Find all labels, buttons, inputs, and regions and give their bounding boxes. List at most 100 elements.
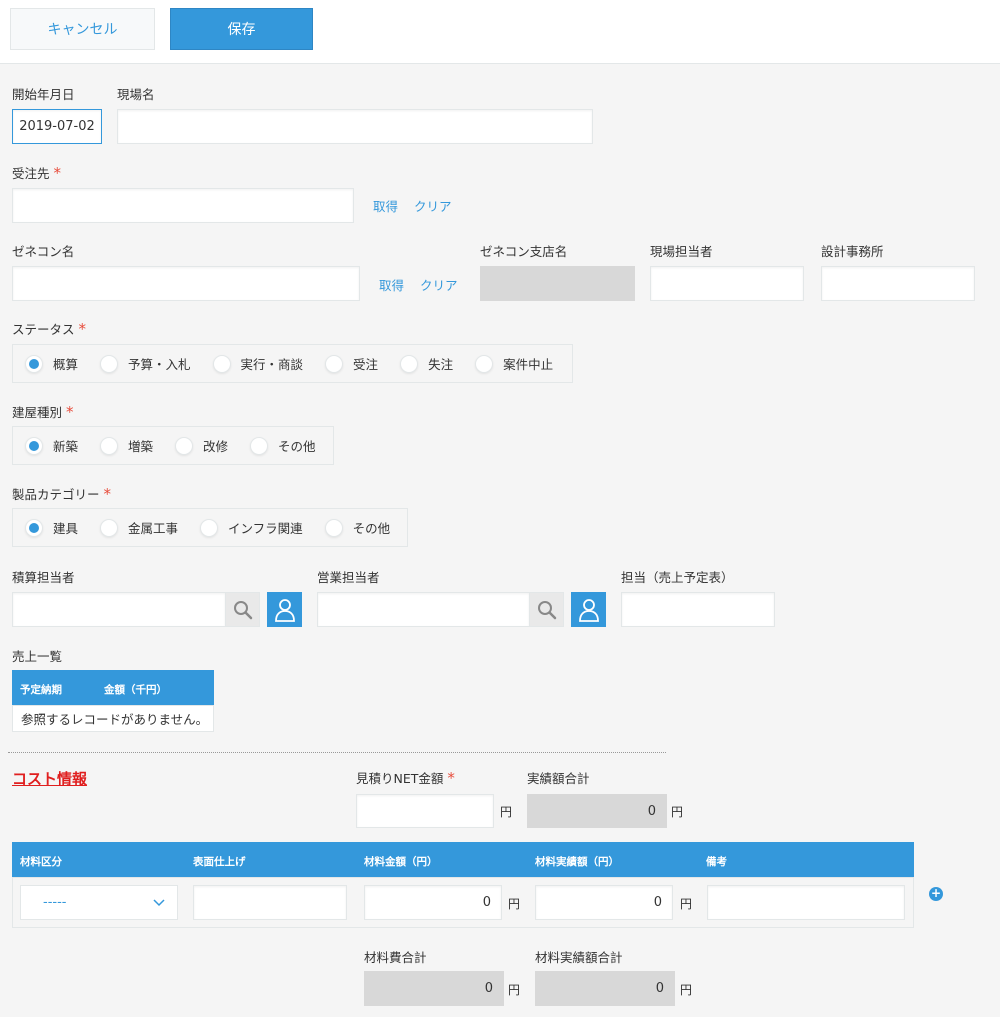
column-header: 予定納期 [20, 684, 62, 696]
product-category-option-label: その他 [352, 521, 391, 536]
required-mark: * [53, 164, 62, 182]
building-type-option-3[interactable]: その他 [250, 436, 316, 455]
sales-rep-input[interactable] [317, 592, 530, 627]
toolbar: キャンセル 保存 [0, 0, 1000, 64]
site-manager-label: 現場担当者 [650, 244, 713, 259]
status-label: ステータス * [12, 319, 86, 338]
gc-branch-label: ゼネコン支店名 [480, 244, 568, 259]
site-name-input[interactable] [117, 109, 593, 144]
gc-clear-link[interactable]: クリア [420, 275, 458, 294]
status-option-label: 予算・入札 [128, 357, 191, 372]
user-icon [578, 598, 599, 622]
product-category-option-2[interactable]: インフラ関連 [200, 518, 303, 537]
yen-unit: 円 [680, 897, 693, 911]
product-category-radio-group: 建具 金属工事 インフラ関連 その他 [12, 508, 408, 547]
estimator-user-button[interactable] [267, 592, 302, 627]
gc-get-link[interactable]: 取得 [379, 275, 404, 294]
product-category-option-0[interactable]: 建具 [25, 518, 78, 537]
sales-rep-search-button[interactable] [530, 592, 564, 627]
building-type-label: 建屋種別 * [12, 402, 74, 421]
yen-unit: 円 [508, 897, 521, 911]
material-amount-input[interactable]: 0 [364, 885, 502, 920]
sales-list-empty-message: 参照するレコードがありません。 [12, 705, 214, 732]
search-icon [537, 600, 556, 619]
column-header: 表面仕上げ [193, 856, 246, 868]
product-category-label: 製品カテゴリー * [12, 484, 111, 503]
status-option-3[interactable]: 受注 [325, 354, 378, 373]
status-option-1[interactable]: 予算・入札 [100, 354, 191, 373]
design-office-input[interactable] [821, 266, 975, 301]
status-option-label: 実行・商談 [240, 357, 304, 372]
design-office-label: 設計事務所 [821, 244, 884, 259]
radio-selected-icon [25, 354, 43, 373]
building-type-option-2[interactable]: 改修 [175, 436, 228, 455]
gc-branch-field [480, 266, 635, 301]
status-option-label: 概算 [53, 357, 79, 372]
status-option-4[interactable]: 失注 [400, 354, 453, 373]
required-mark: * [447, 769, 455, 787]
status-option-2[interactable]: 実行・商談 [212, 354, 304, 373]
required-mark: * [78, 320, 87, 338]
client-clear-link[interactable]: クリア [414, 196, 452, 215]
column-header: 材料実績額（円） [535, 856, 619, 868]
yen-unit: 円 [500, 805, 513, 819]
building-type-label-text: 建屋種別 [12, 405, 63, 420]
cancel-button[interactable]: キャンセル [10, 8, 155, 50]
actual-total-field: 0 [527, 794, 667, 828]
site-manager-input[interactable] [650, 266, 804, 301]
product-category-option-label: 建具 [53, 521, 79, 536]
material-total-field: 0 [364, 971, 504, 1006]
net-estimate-label-text: 見積りNET金額 [356, 771, 444, 786]
material-actual-total-field: 0 [535, 971, 675, 1006]
assignee-input[interactable] [621, 592, 775, 627]
save-button[interactable]: 保存 [170, 8, 313, 50]
estimator-input[interactable] [12, 592, 226, 627]
product-category-option-1[interactable]: 金属工事 [100, 518, 178, 537]
radio-selected-icon [25, 436, 43, 455]
product-category-label-text: 製品カテゴリー [12, 487, 100, 502]
general-contractor-input[interactable] [12, 266, 360, 301]
client-input[interactable] [12, 188, 354, 223]
radio-icon [175, 436, 194, 455]
add-row-button[interactable]: + [929, 887, 943, 901]
sales-rep-label: 営業担当者 [317, 570, 380, 585]
required-mark: * [103, 485, 112, 503]
material-category-select[interactable]: ----- [20, 885, 178, 920]
start-date-field[interactable]: 2019-07-02 [12, 109, 102, 144]
client-get-link[interactable]: 取得 [373, 196, 398, 215]
general-contractor-label: ゼネコン名 [12, 244, 75, 259]
column-header: 金額（千円） [104, 684, 167, 696]
estimator-label: 積算担当者 [12, 570, 75, 585]
status-option-5[interactable]: 案件中止 [475, 354, 553, 373]
building-type-option-0[interactable]: 新築 [25, 436, 78, 455]
material-category-value: ----- [43, 895, 67, 910]
product-category-option-label: 金属工事 [128, 521, 179, 536]
user-icon [274, 598, 295, 622]
note-input[interactable] [707, 885, 905, 920]
radio-icon [324, 518, 343, 537]
building-type-option-1[interactable]: 増築 [100, 436, 153, 455]
material-actual-input[interactable]: 0 [535, 885, 673, 920]
site-name-label: 現場名 [117, 87, 155, 102]
net-estimate-input[interactable] [356, 794, 494, 828]
divider [8, 752, 666, 753]
sales-rep-user-button[interactable] [571, 592, 606, 627]
search-icon [233, 600, 252, 619]
status-option-label: 受注 [353, 357, 379, 372]
radio-icon [200, 518, 219, 537]
surface-finish-input[interactable] [193, 885, 347, 920]
radio-icon [212, 354, 231, 373]
material-table-header: 材料区分 表面仕上げ 材料金額（円） 材料実績額（円） 備考 [12, 842, 914, 877]
status-label-text: ステータス [12, 322, 75, 337]
chevron-down-icon [153, 899, 165, 907]
product-category-option-3[interactable]: その他 [324, 518, 391, 537]
yen-unit: 円 [671, 805, 684, 819]
sales-list-label: 売上一覧 [12, 649, 63, 664]
building-type-option-label: その他 [278, 439, 316, 454]
estimator-search-button[interactable] [226, 592, 260, 627]
status-option-0[interactable]: 概算 [25, 354, 78, 373]
radio-icon [325, 354, 344, 373]
status-option-label: 案件中止 [503, 357, 554, 372]
material-actual-total-label: 材料実績額合計 [535, 950, 623, 965]
yen-unit: 円 [680, 983, 693, 997]
